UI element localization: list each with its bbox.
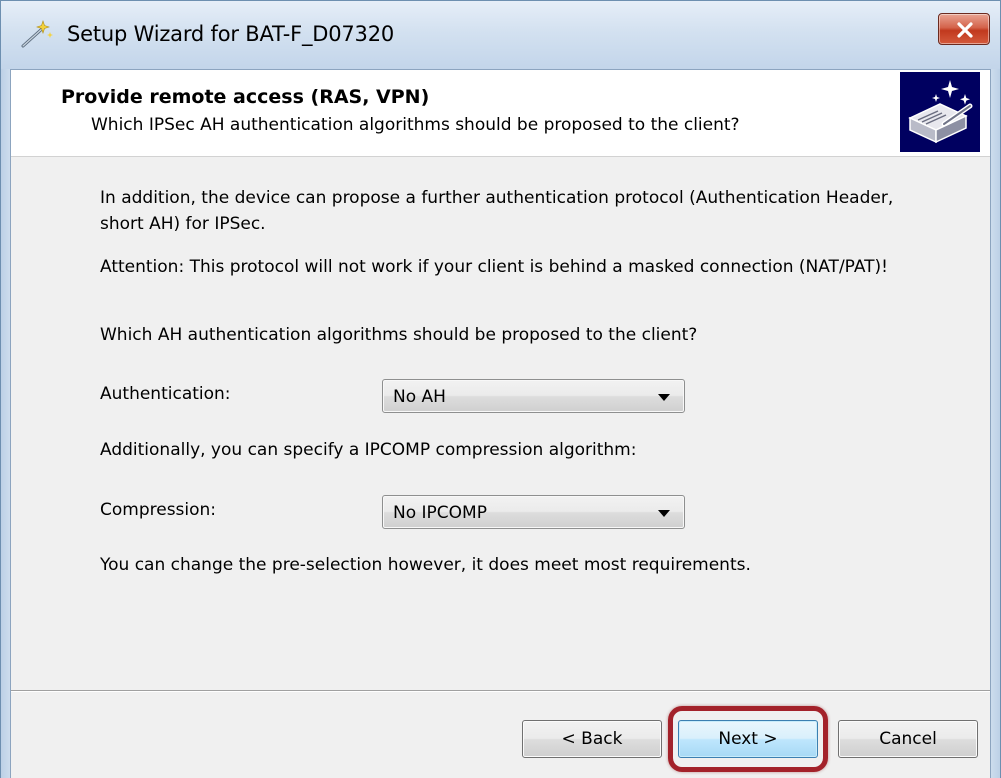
title-bar[interactable]: Setup Wizard for BAT-F_D07320 xyxy=(1,1,1000,69)
wizard-content: In addition, the device can propose a fu… xyxy=(11,157,990,690)
window-title: Setup Wizard for BAT-F_D07320 xyxy=(67,22,395,46)
button-separator xyxy=(11,690,990,692)
authentication-label: Authentication: xyxy=(100,384,231,404)
close-button[interactable] xyxy=(938,13,990,45)
footer-note-text: You can change the pre-selection however… xyxy=(100,555,751,575)
authentication-dropdown[interactable]: No AH xyxy=(382,379,685,413)
window-frame-right xyxy=(990,69,1000,778)
setup-wizard-window: Setup Wizard for BAT-F_D07320 Provide re… xyxy=(0,0,1001,778)
cancel-button[interactable]: Cancel xyxy=(838,720,978,758)
authentication-value: No AH xyxy=(393,387,446,407)
wizard-device-icon xyxy=(900,72,980,152)
page-title: Provide remote access (RAS, VPN) xyxy=(61,86,430,108)
compression-intro-text: Additionally, you can specify a IPCOMP c… xyxy=(100,440,637,460)
compression-dropdown[interactable]: No IPCOMP xyxy=(382,495,685,529)
next-button-highlight xyxy=(668,706,828,772)
attention-text: Attention: This protocol will not work i… xyxy=(100,257,888,277)
chevron-down-icon xyxy=(658,510,670,517)
compression-label: Compression: xyxy=(100,500,217,520)
page-subtitle: Which IPSec AH authentication algorithms… xyxy=(91,115,740,135)
compression-value: No IPCOMP xyxy=(393,503,487,523)
wizard-client-area: Provide remote access (RAS, VPN) Which I… xyxy=(10,69,991,778)
back-button[interactable]: < Back xyxy=(522,720,662,758)
magic-wand-icon xyxy=(19,19,55,49)
wizard-header: Provide remote access (RAS, VPN) Which I… xyxy=(11,70,990,157)
question-text: Which AH authentication algorithms shoul… xyxy=(100,325,698,345)
chevron-down-icon xyxy=(658,394,670,401)
intro-text: In addition, the device can propose a fu… xyxy=(100,188,894,234)
